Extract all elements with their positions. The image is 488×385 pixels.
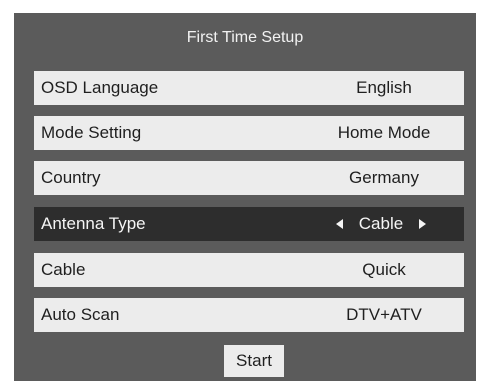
setting-row-osd-language[interactable]: OSD Language English <box>34 71 464 105</box>
setting-label: Mode Setting <box>41 123 142 142</box>
setting-value: Home Mode <box>337 123 431 142</box>
setting-value: Quick <box>362 260 406 279</box>
setting-value-selector: Cable <box>306 214 456 234</box>
setting-row-mode-setting[interactable]: Mode Setting Home Mode <box>34 116 464 150</box>
setting-value: English <box>356 78 412 97</box>
setting-label: OSD Language <box>41 78 159 97</box>
setting-label: Antenna Type <box>41 214 146 233</box>
setting-label: Cable <box>41 260 86 279</box>
dialog-title: First Time Setup <box>186 29 304 46</box>
setting-value: Germany <box>349 168 419 187</box>
start-button[interactable]: Start <box>224 345 284 377</box>
arrow-right-icon[interactable] <box>419 218 427 229</box>
first-time-setup-dialog: First Time Setup OSD Language English Mo… <box>14 13 476 381</box>
setting-value: DTV+ATV <box>346 305 422 324</box>
setting-row-antenna-type[interactable]: Antenna Type Cable <box>34 207 464 241</box>
setting-label: Auto Scan <box>41 305 120 324</box>
setting-row-country[interactable]: Country Germany <box>34 161 464 195</box>
setting-row-cable[interactable]: Cable Quick <box>34 253 464 287</box>
arrow-left-icon[interactable] <box>335 218 343 229</box>
setting-row-auto-scan[interactable]: Auto Scan DTV+ATV <box>34 298 464 332</box>
setting-value: Cable <box>358 214 404 233</box>
setting-label: Country <box>41 168 101 187</box>
